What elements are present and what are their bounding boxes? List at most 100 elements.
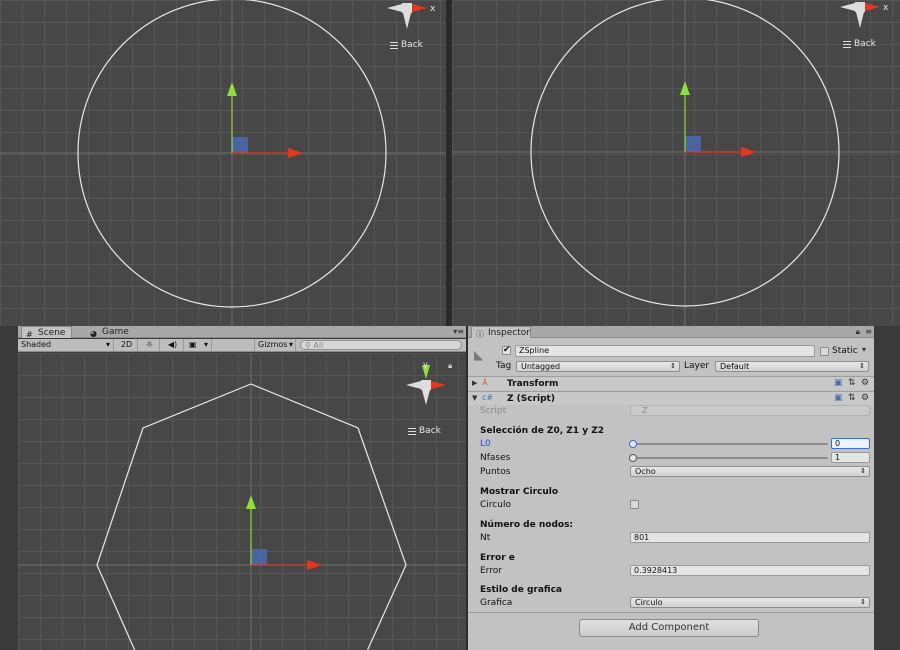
x-axis-arrow xyxy=(288,148,303,158)
preset-icon[interactable]: ⇅ xyxy=(848,393,856,403)
section-style-heading: Estilo de grafica xyxy=(480,585,563,595)
nt-field[interactable]: 801 xyxy=(630,532,870,543)
viewport-top-left[interactable]: x Back xyxy=(0,0,446,326)
preset-icon[interactable]: ⇅ xyxy=(848,378,856,388)
tab-game[interactable]: ◕ Game xyxy=(86,326,135,338)
tag-dropdown[interactable]: Untagged ⇕ xyxy=(516,361,680,372)
audio-toggle-button[interactable]: ◀) xyxy=(162,339,184,351)
sun-icon: ☼ xyxy=(145,340,154,349)
inspector-tabbar: ⓘ Inspector 🔒︎ ≡ xyxy=(468,326,874,339)
menu-lines-icon xyxy=(408,427,416,435)
nfases-slider-knob[interactable] xyxy=(629,454,637,462)
layer-dropdown[interactable]: Default ⇕ xyxy=(715,361,869,372)
static-label: Static xyxy=(832,346,858,356)
chevron-down-icon: ▼ xyxy=(472,394,478,402)
nfases-label: Nfases xyxy=(480,453,511,463)
lighting-toggle-button[interactable]: ☼ xyxy=(140,339,160,351)
gear-icon[interactable]: ⚙ xyxy=(861,393,869,403)
dropdown-arrow-icon: ▾ xyxy=(288,340,293,349)
y-axis-arrow xyxy=(246,495,256,509)
circulo-label: Circulo xyxy=(480,500,511,510)
script-component-header[interactable]: ▼ c# Z (Script) ▣ ⇅ ⚙ xyxy=(468,391,874,405)
panel-menu-icon[interactable]: ▾≡ xyxy=(453,327,464,336)
layer-label: Layer xyxy=(684,361,710,371)
x-axis-arrow xyxy=(741,147,756,157)
panel-menu-icon[interactable]: ≡ xyxy=(865,327,872,336)
shading-mode-dropdown[interactable]: Shaded ▾ xyxy=(18,339,114,351)
gear-icon[interactable]: ⚙ xyxy=(861,378,869,388)
nfases-slider-track[interactable] xyxy=(632,457,828,459)
help-icon[interactable]: ▣ xyxy=(834,393,843,403)
section-circle-heading: Mostrar Circulo xyxy=(480,487,559,497)
transform-icon: ⅄ xyxy=(482,378,488,388)
origin-square xyxy=(251,549,267,565)
object-name-field[interactable]: ZSpline xyxy=(515,345,815,357)
scene-search-input[interactable]: ⚲ All xyxy=(300,340,462,350)
puntos-label: Puntos xyxy=(480,467,511,477)
viewport-top-right[interactable]: x Back xyxy=(452,0,900,326)
scene-tabbar: # Scene ◕ Game ▾≡ xyxy=(18,326,466,339)
back-view-label[interactable]: Back xyxy=(843,39,876,49)
menu-lines-icon xyxy=(390,41,398,49)
dropdown-arrow-icon: ⇕ xyxy=(860,598,866,606)
error-field[interactable]: 0.3928413 xyxy=(630,565,870,576)
active-checkbox[interactable]: ✔ xyxy=(502,345,511,355)
2d-toggle-button[interactable]: 2D xyxy=(116,339,138,351)
dropdown-arrow-icon: ▾ xyxy=(203,340,208,349)
search-icon: ⚲ xyxy=(305,341,311,350)
orientation-gizmo[interactable]: x xyxy=(385,0,445,34)
script-label: Script xyxy=(480,406,507,416)
static-checkbox[interactable] xyxy=(820,347,829,356)
image-icon: ▣ xyxy=(189,340,197,349)
scene-drawing xyxy=(18,353,466,650)
right-edge-strip xyxy=(874,326,900,650)
dropdown-arrow-icon: ⇕ xyxy=(859,362,865,370)
inspector-panel: ⓘ Inspector 🔒︎ ≡ ◣ ✔ ZSpline Static ▾ Ta… xyxy=(468,326,874,650)
svg-text:x: x xyxy=(883,3,889,13)
tab-scene[interactable]: # Scene xyxy=(21,326,73,339)
component-divider xyxy=(468,612,874,613)
y-axis-arrow xyxy=(227,82,237,96)
add-component-button[interactable]: Add Component xyxy=(579,619,759,637)
transform-component-header[interactable]: ▶ ⅄ Transform ▣ ⇅ ⚙ xyxy=(468,376,874,390)
section-error-heading: Error e xyxy=(480,553,515,563)
l0-value-field[interactable]: 0 xyxy=(831,438,870,449)
gameobject-icon: ◣ xyxy=(474,348,484,362)
dropdown-arrow-icon: ⇕ xyxy=(860,467,866,475)
section-selection-heading: Selección de Z0, Z1 y Z2 xyxy=(480,426,604,436)
scene-drawing xyxy=(452,0,900,326)
tab-inspector[interactable]: ⓘ Inspector xyxy=(471,326,531,339)
origin-square xyxy=(232,137,248,153)
scene-panel: # Scene ◕ Game ▾≡ Shaded ▾ 2D ☼ ◀) ▣ ▾ G… xyxy=(0,326,466,650)
grafica-dropdown[interactable]: Circulo ⇕ xyxy=(630,597,870,608)
circulo-checkbox[interactable] xyxy=(630,500,639,509)
puntos-dropdown[interactable]: Ocho ⇕ xyxy=(630,466,870,477)
help-icon[interactable]: ▣ xyxy=(834,378,843,388)
lock-icon[interactable]: 🔒︎ xyxy=(856,327,860,337)
back-view-label[interactable]: Back xyxy=(408,426,441,436)
dropdown-arrow-icon: ▾ xyxy=(105,340,110,349)
scene-viewport[interactable]: y 🔒︎ Back xyxy=(18,353,466,650)
scene-toolbar: Shaded ▾ 2D ☼ ◀) ▣ ▾ Gizmos ▾ ⚲ All xyxy=(18,339,466,352)
gizmos-dropdown[interactable]: Gizmos ▾ xyxy=(254,339,296,351)
x-axis-arrow xyxy=(307,560,322,570)
svg-text:x: x xyxy=(430,4,436,14)
l0-slider-knob[interactable] xyxy=(629,440,637,448)
checkmark-icon: ✔ xyxy=(503,345,511,355)
gizmo-y-label: y xyxy=(423,360,428,369)
grafica-label: Grafica xyxy=(480,598,513,608)
lock-icon[interactable]: 🔒︎ xyxy=(448,361,452,371)
dropdown-arrow-icon: ⇕ xyxy=(670,362,676,370)
back-view-label[interactable]: Back xyxy=(390,40,423,50)
chevron-down-icon[interactable]: ▾ xyxy=(862,345,866,354)
nfases-value-field[interactable]: 1 xyxy=(831,452,870,463)
y-axis-arrow xyxy=(680,81,690,95)
chevron-right-icon: ▶ xyxy=(472,379,478,387)
l0-label: L0 xyxy=(480,439,491,449)
orientation-gizmo[interactable]: x xyxy=(838,0,898,34)
script-reference-field: Z xyxy=(630,405,870,416)
info-icon: ⓘ xyxy=(476,330,484,339)
script-icon: c# xyxy=(482,393,494,402)
l0-slider-track[interactable] xyxy=(632,443,828,445)
effects-dropdown[interactable]: ▣ ▾ xyxy=(186,339,212,351)
